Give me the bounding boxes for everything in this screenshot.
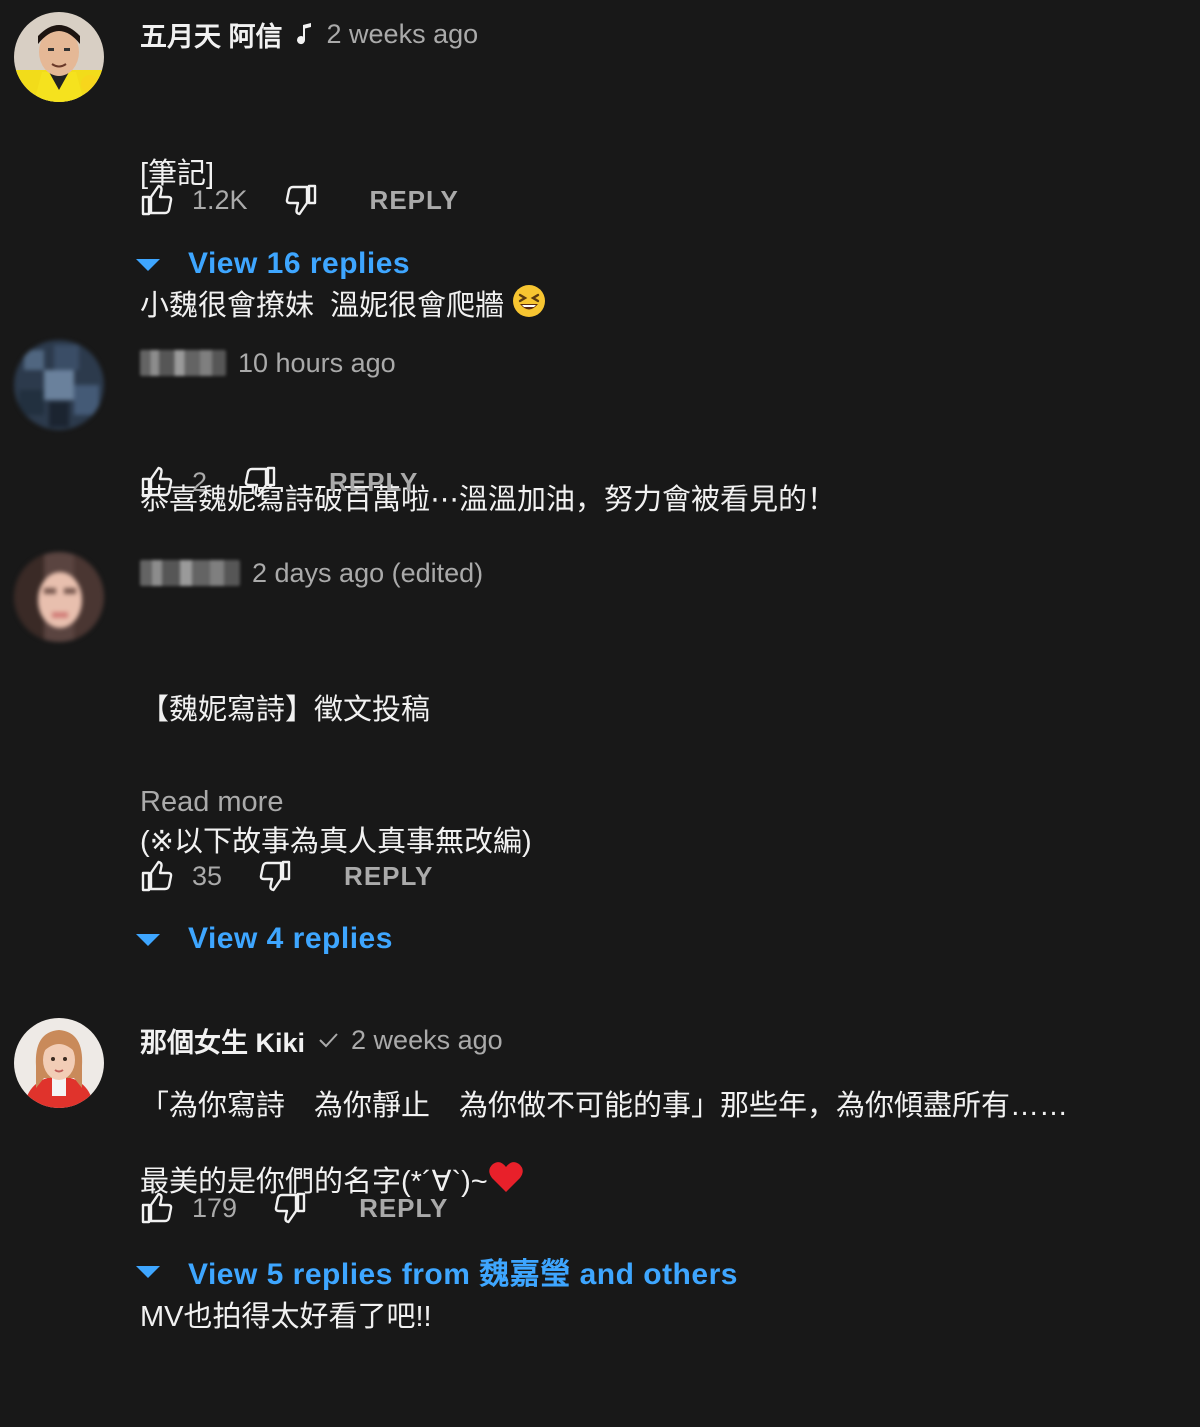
avatar-image <box>14 552 104 642</box>
read-more-link[interactable]: Read more <box>140 786 283 819</box>
thumbs-up-icon[interactable] <box>140 859 174 893</box>
comment-timestamp[interactable]: 2 weeks ago <box>327 19 479 50</box>
comment-timestamp[interactable]: 10 hours ago <box>238 348 396 379</box>
reply-button[interactable]: REPLY <box>359 1193 448 1224</box>
comment-line: 【魏妮寫詩】徵文投稿 <box>140 694 431 726</box>
comment-toolbar: 179 REPLY <box>140 1188 448 1228</box>
avatar-image <box>14 1018 104 1108</box>
comment-timestamp[interactable]: 2 weeks ago <box>351 1025 503 1056</box>
thumbs-down-icon[interactable] <box>258 859 292 893</box>
red-heart-emoji <box>488 1160 524 1207</box>
reply-button[interactable]: REPLY <box>370 185 459 216</box>
author-name[interactable]: 那個女生 Kiki <box>140 1021 305 1060</box>
author-name-redacted[interactable] <box>140 350 226 376</box>
thumbs-up-icon[interactable] <box>140 183 174 217</box>
author-name[interactable]: 五月天 阿信 <box>140 15 283 54</box>
comment-line: 小魏很會撩妹 溫妮很會爬牆 <box>140 290 505 323</box>
avatar-image <box>14 12 104 102</box>
comment-line: MV也拍得太好看了吧!! <box>140 1301 432 1333</box>
author-name-redacted[interactable] <box>140 560 240 586</box>
avatar[interactable] <box>14 12 104 102</box>
thumbs-up-icon[interactable] <box>140 1191 174 1225</box>
view-replies-button[interactable]: View 5 replies from 魏嘉瑩 and others <box>136 1251 738 1291</box>
comment-timestamp[interactable]: 2 days ago (edited) <box>252 558 483 589</box>
comment-toolbar: 2 REPLY <box>140 462 418 502</box>
thumbs-down-icon[interactable] <box>273 1191 307 1225</box>
avatar[interactable] <box>14 552 104 642</box>
caret-down-icon <box>136 259 160 271</box>
avatar-image <box>14 340 104 430</box>
view-replies-label: View 16 replies <box>188 247 411 280</box>
grinning-squinting-face-emoji <box>512 284 546 331</box>
view-replies-label: View 4 replies <box>188 922 393 955</box>
caret-down-icon <box>136 934 160 946</box>
verified-check-icon <box>317 1029 339 1051</box>
thumbs-down-icon[interactable] <box>243 465 277 499</box>
caret-down-icon <box>136 1266 160 1278</box>
view-replies-button[interactable]: View 16 replies <box>136 244 410 284</box>
avatar[interactable] <box>14 1018 104 1108</box>
comment-toolbar: 1.2K REPLY <box>140 180 459 220</box>
like-count: 179 <box>192 1192 238 1223</box>
avatar[interactable] <box>14 340 104 430</box>
thumbs-down-icon[interactable] <box>284 183 318 217</box>
like-count: 2 <box>192 466 208 497</box>
view-replies-label: View 5 replies from 魏嘉瑩 and others <box>188 1258 738 1291</box>
comment-line-with-emoji: 小魏很會撩妹 溫妮很會爬牆 <box>140 284 546 331</box>
thumbs-up-icon[interactable] <box>140 465 174 499</box>
reply-button[interactable]: REPLY <box>344 861 433 892</box>
like-count: 35 <box>192 860 223 891</box>
comment-toolbar: 35 REPLY <box>140 856 433 896</box>
music-note-icon <box>295 22 315 46</box>
reply-button[interactable]: REPLY <box>329 467 418 498</box>
like-count: 1.2K <box>192 184 248 215</box>
view-replies-button[interactable]: View 4 replies <box>136 919 393 959</box>
